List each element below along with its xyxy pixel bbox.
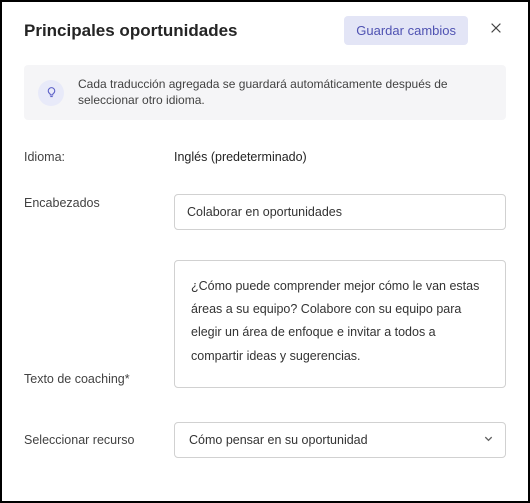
resource-select-value: Cómo pensar en su oportunidad — [189, 433, 368, 447]
lightbulb-icon — [38, 80, 64, 106]
coaching-label: Texto de coaching* — [24, 372, 164, 388]
coaching-row: Texto de coaching* — [24, 260, 506, 388]
resource-label: Seleccionar recurso — [24, 433, 164, 447]
headings-input[interactable] — [174, 194, 506, 230]
headings-label: Encabezados — [24, 194, 164, 210]
dialog-content: Cada traducción agregada se guardará aut… — [2, 59, 528, 468]
language-label: Idioma: — [24, 148, 164, 164]
dialog-title: Principales oportunidades — [24, 21, 334, 41]
close-button[interactable] — [482, 17, 510, 45]
resource-row: Seleccionar recurso Cómo pensar en su op… — [24, 422, 506, 458]
resource-select[interactable]: Cómo pensar en su oportunidad — [174, 422, 506, 458]
headings-row: Encabezados — [24, 194, 506, 230]
resource-select-wrap: Cómo pensar en su oportunidad — [174, 422, 506, 458]
close-icon — [489, 21, 503, 40]
coaching-textarea[interactable] — [174, 260, 506, 388]
info-banner-text: Cada traducción agregada se guardará aut… — [78, 77, 492, 108]
save-changes-button[interactable]: Guardar cambios — [344, 16, 468, 45]
info-banner: Cada traducción agregada se guardará aut… — [24, 65, 506, 120]
language-row: Idioma: Inglés (predeterminado) — [24, 148, 506, 164]
dialog-header: Principales oportunidades Guardar cambio… — [2, 2, 528, 59]
language-value: Inglés (predeterminado) — [174, 148, 307, 164]
